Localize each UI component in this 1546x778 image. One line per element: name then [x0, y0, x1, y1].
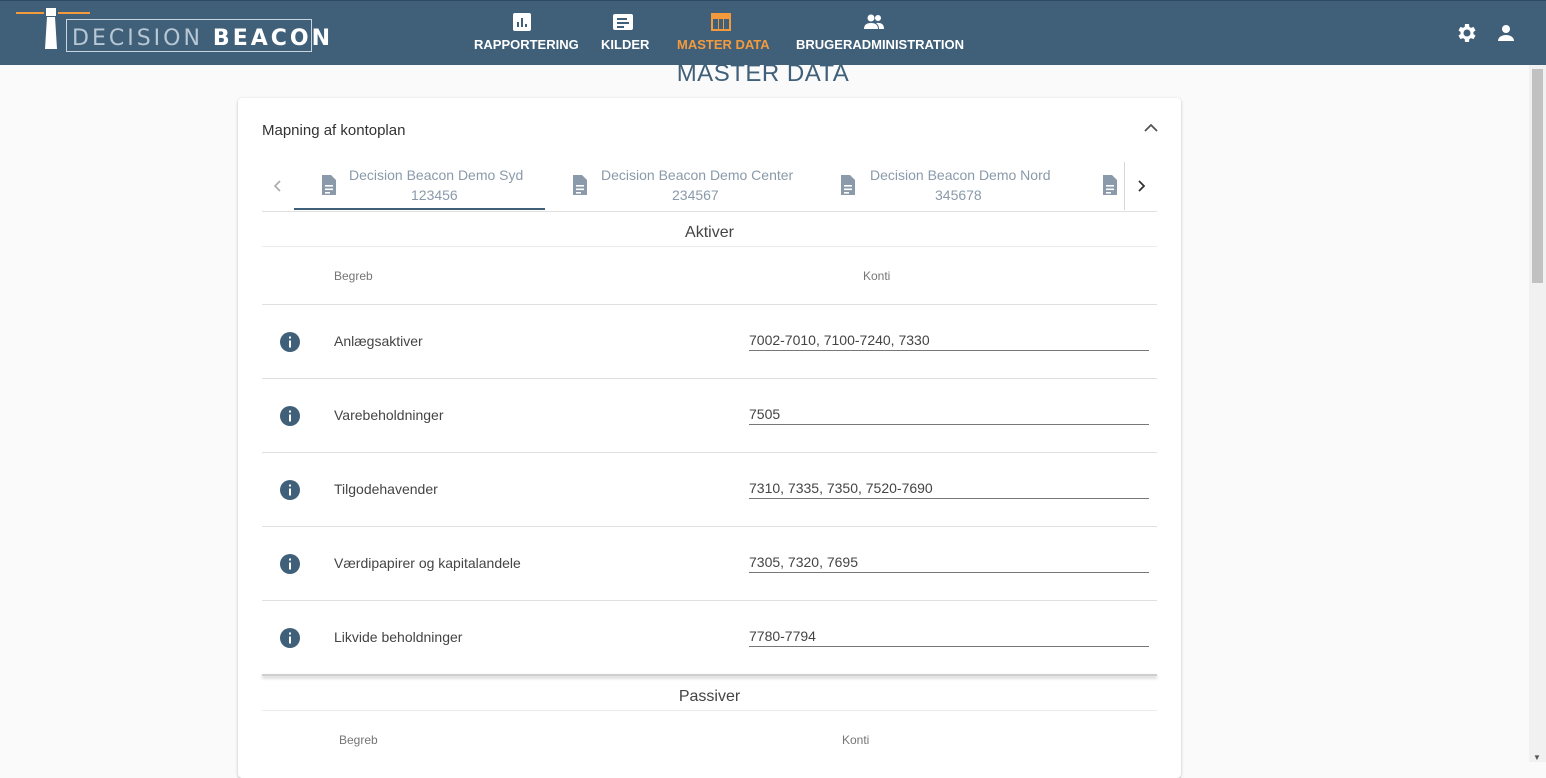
bar-chart-icon: [513, 13, 531, 31]
logo-text: DECISION BEACON: [72, 26, 333, 51]
tab-name: Decision Beacon Demo Nord: [870, 167, 1051, 183]
nav-label-brugeradministration: BRUGERADMINISTRATION: [796, 37, 965, 52]
document-icon: [1103, 175, 1117, 195]
users-icon: [864, 14, 884, 29]
info-icon[interactable]: [279, 627, 301, 649]
tab-number: 345678: [935, 187, 982, 203]
person-icon[interactable]: [1494, 21, 1518, 45]
accounts-field[interactable]: [749, 625, 1149, 647]
tab-company-partial[interactable]: [1075, 162, 1124, 210]
scroll-down-arrow-icon[interactable]: ▼: [1533, 753, 1541, 762]
company-tabs: Decision Beacon Demo Syd 123456 Decision…: [262, 162, 1157, 212]
document-icon: [573, 175, 587, 195]
top-navigation-bar: DECISION BEACON RAPPORTERING KILDER MAST…: [0, 0, 1546, 65]
scrollbar-thumb[interactable]: [1532, 69, 1543, 283]
logo-text-light: DECISION: [72, 26, 203, 51]
nav-item-master-data[interactable]: MASTER DATA: [677, 11, 770, 61]
nav-item-rapportering[interactable]: RAPPORTERING: [474, 11, 579, 61]
document-list-icon: [613, 14, 633, 30]
app-logo[interactable]: DECISION BEACON: [14, 5, 330, 61]
column-header-begreb: Begreb: [334, 269, 373, 283]
row-label: Tilgodehavender: [334, 481, 438, 497]
nav-item-kilder[interactable]: KILDER: [601, 11, 649, 61]
column-header-konti: Konti: [842, 733, 870, 747]
page-scrollbar[interactable]: ▼: [1529, 65, 1546, 762]
section-title-aktiver: Aktiver: [685, 224, 734, 241]
logo-text-bold: BEACON: [212, 26, 334, 51]
row-label: Varebeholdninger: [334, 407, 444, 423]
gear-icon[interactable]: [1454, 21, 1478, 45]
nav-label-kilder: KILDER: [601, 37, 650, 52]
info-icon[interactable]: [279, 553, 301, 575]
tab-name: Decision Beacon Demo Center: [601, 167, 794, 183]
chevron-left-icon: [273, 180, 281, 192]
tab-company-nord[interactable]: Decision Beacon Demo Nord 345678: [813, 162, 1075, 210]
info-icon[interactable]: [279, 331, 301, 353]
card-title: Mapning af kontoplan: [262, 122, 406, 139]
table-icon: [711, 13, 731, 31]
tab-number: 234567: [672, 187, 719, 203]
section-divider: [262, 710, 1157, 711]
document-icon: [322, 175, 336, 195]
nav-label-rapportering: RAPPORTERING: [474, 37, 579, 52]
accounts-field[interactable]: [749, 403, 1149, 425]
table-row: Varebeholdninger: [262, 378, 1157, 452]
tabs-scroll-right-button[interactable]: [1125, 162, 1157, 210]
nav-item-brugeradministration[interactable]: BRUGERADMINISTRATION: [796, 11, 964, 61]
table-row: Værdipapirer og kapitalandele: [262, 526, 1157, 600]
chevron-up-icon[interactable]: [1141, 118, 1161, 138]
tabs-scroll-left-button[interactable]: [262, 162, 294, 210]
column-header-begreb: Begreb: [339, 733, 378, 747]
chevron-right-icon: [1138, 180, 1146, 192]
section-divider: [262, 246, 1157, 247]
table-bottom-edge: [262, 674, 1157, 676]
section-title-passiver: Passiver: [678, 688, 741, 705]
accounts-field[interactable]: [749, 551, 1149, 573]
account-mapping-card: Mapning af kontoplan Decision Beacon Dem…: [238, 98, 1181, 778]
document-icon: [841, 175, 855, 195]
table-row: Anlægsaktiver: [262, 304, 1157, 378]
tab-name: Decision Beacon Demo Syd: [349, 167, 524, 183]
row-label: Værdipapirer og kapitalandele: [334, 555, 521, 571]
tab-number: 123456: [411, 187, 458, 203]
table-row: Likvide beholdninger: [262, 600, 1157, 674]
column-header-konti: Konti: [863, 269, 891, 283]
table-row: Tilgodehavender: [262, 452, 1157, 526]
page-title: MASTER DATA: [676, 60, 850, 87]
accounts-field[interactable]: [749, 477, 1149, 499]
row-label: Likvide beholdninger: [334, 629, 463, 645]
tab-company-syd[interactable]: Decision Beacon Demo Syd 123456: [294, 162, 545, 210]
info-icon[interactable]: [279, 479, 301, 501]
nav-label-master-data: MASTER DATA: [677, 37, 770, 52]
accounts-field[interactable]: [749, 329, 1149, 351]
info-icon[interactable]: [279, 405, 301, 427]
row-label: Anlægsaktiver: [334, 333, 423, 349]
tab-company-center[interactable]: Decision Beacon Demo Center 234567: [545, 162, 813, 210]
